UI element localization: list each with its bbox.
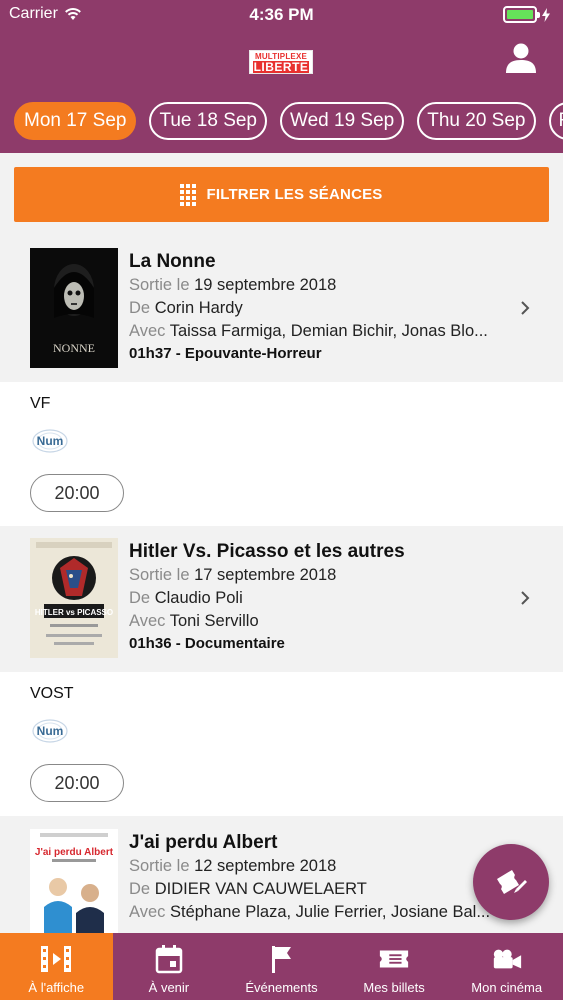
session-block: VOST Num 20:00 bbox=[0, 672, 563, 816]
date-tab-thu-20[interactable]: Thu 20 Sep bbox=[417, 102, 536, 140]
status-time: 4:36 PM bbox=[249, 5, 314, 24]
cast-label: Avec bbox=[129, 903, 166, 921]
bottom-tab-bar: À l'affiche À venir Événements Mes bille… bbox=[0, 933, 563, 1000]
date-tab-tue-18[interactable]: Tue 18 Sep bbox=[149, 102, 268, 140]
date-tab-mon-17[interactable]: Mon 17 Sep bbox=[14, 102, 137, 140]
release-date: 12 septembre 2018 bbox=[194, 857, 337, 875]
ticket-icon bbox=[378, 943, 410, 975]
movie-cast: Avec Taissa Farmiga, Demian Bichir, Jona… bbox=[129, 320, 509, 343]
movie-row-hitler-vs-picasso[interactable]: HITLER vs PICASSO Hitler Vs. Picasso et … bbox=[0, 526, 563, 672]
director-name: Corin Hardy bbox=[154, 299, 243, 317]
tab-label: À venir bbox=[148, 980, 190, 995]
format-label: Num bbox=[37, 434, 64, 448]
movie-meta: 01h36 - Documentaire bbox=[129, 635, 285, 652]
ticket-edit-icon bbox=[497, 870, 527, 894]
director-name: DIDIER VAN CAUWELAERT bbox=[154, 880, 367, 898]
movie-title: Hitler Vs. Picasso et les autres bbox=[129, 541, 405, 562]
format-label: Num bbox=[37, 724, 64, 738]
movie-director: De DIDIER VAN CAUWELAERT bbox=[129, 878, 509, 901]
ticket-edit-fab-button[interactable] bbox=[473, 844, 549, 920]
director-label: De bbox=[129, 589, 151, 607]
tab-label: À l'affiche bbox=[28, 980, 85, 995]
movie-info: Hitler Vs. Picasso et les autres Sortie … bbox=[129, 540, 509, 655]
cinema-logo: MULTIPLEXE LIBERTE bbox=[249, 50, 313, 74]
user-icon[interactable] bbox=[505, 42, 537, 74]
calendar-icon bbox=[153, 943, 185, 975]
digital-format-icon: Num bbox=[32, 719, 68, 743]
movie-poster: NONNE bbox=[30, 248, 118, 368]
date-tabs: Mon 17 Sep Tue 18 Sep Wed 19 Sep Thu 20 … bbox=[14, 102, 563, 140]
status-bar: Carrier 4:36 PM bbox=[0, 0, 563, 30]
movie-director: De Claudio Poli bbox=[129, 587, 509, 610]
release-date: 19 septembre 2018 bbox=[194, 276, 337, 294]
app-header: Carrier 4:36 PM MULTIPLEXE LIBERTE Mon 1… bbox=[0, 0, 563, 153]
tab-my-tickets[interactable]: Mes billets bbox=[338, 933, 451, 1000]
cast-names: Toni Servillo bbox=[169, 612, 259, 630]
filter-sessions-button[interactable]: FILTRER LES SÉANCES bbox=[14, 167, 549, 222]
camera-icon bbox=[491, 943, 523, 975]
movie-poster: HITLER vs PICASSO bbox=[30, 538, 118, 658]
movie-meta: 01h37 - Epouvante-Horreur bbox=[129, 345, 322, 362]
release-label: Sortie le bbox=[129, 566, 190, 584]
tab-my-cinema[interactable]: Mon cinéma bbox=[450, 933, 563, 1000]
cast-names: Stéphane Plaza, Julie Ferrier, Josiane B… bbox=[169, 903, 491, 921]
director-name: Claudio Poli bbox=[154, 589, 243, 607]
movie-row-la-nonne[interactable]: NONNE La Nonne Sortie le 19 septembre 20… bbox=[0, 236, 563, 382]
film-icon bbox=[40, 943, 72, 975]
session-block: VF Num 20:00 bbox=[0, 382, 563, 526]
tab-events[interactable]: Événements bbox=[225, 933, 338, 1000]
director-label: De bbox=[129, 299, 151, 317]
tab-label: Mes billets bbox=[363, 980, 425, 995]
movie-director: De Corin Hardy bbox=[129, 297, 509, 320]
session-language: VOST bbox=[30, 685, 74, 702]
movie-info: La Nonne Sortie le 19 septembre 2018 De … bbox=[129, 250, 509, 365]
cast-names: Taissa Farmiga, Demian Bichir, Jonas Blo… bbox=[169, 322, 488, 340]
digital-format-icon: Num bbox=[32, 429, 68, 453]
filter-label: FILTRER LES SÉANCES bbox=[206, 186, 383, 203]
director-label: De bbox=[129, 880, 151, 898]
date-tab-fri[interactable]: Fri bbox=[548, 102, 563, 140]
poster-title: J'ai perdu Albert bbox=[35, 847, 114, 858]
session-time-button[interactable]: 20:00 bbox=[30, 474, 124, 512]
chevron-right-icon bbox=[521, 591, 530, 605]
grid-icon bbox=[180, 183, 197, 206]
release-label: Sortie le bbox=[129, 276, 190, 294]
session-time-button[interactable]: 20:00 bbox=[30, 764, 124, 802]
flag-icon bbox=[265, 943, 297, 975]
movie-release: Sortie le 12 septembre 2018 bbox=[129, 855, 509, 878]
movie-release: Sortie le 17 septembre 2018 bbox=[129, 564, 509, 587]
tab-coming-soon[interactable]: À venir bbox=[113, 933, 226, 1000]
release-date: 17 septembre 2018 bbox=[194, 566, 337, 584]
date-tab-wed-19[interactable]: Wed 19 Sep bbox=[280, 102, 405, 140]
movie-poster: J'ai perdu Albert bbox=[30, 829, 118, 949]
session-language: VF bbox=[30, 395, 51, 412]
movie-title: La Nonne bbox=[129, 251, 216, 272]
cast-label: Avec bbox=[129, 612, 166, 630]
movie-cast: Avec Toni Servillo bbox=[129, 610, 509, 633]
movie-cast: Avec Stéphane Plaza, Julie Ferrier, Josi… bbox=[129, 901, 509, 924]
logo-bottom-text: LIBERTE bbox=[253, 60, 309, 74]
poster-title: HITLER vs PICASSO bbox=[35, 608, 113, 617]
battery-icon bbox=[503, 6, 551, 23]
movie-title: J'ai perdu Albert bbox=[129, 832, 278, 853]
tab-now-showing[interactable]: À l'affiche bbox=[0, 933, 113, 1000]
movie-info: J'ai perdu Albert Sortie le 12 septembre… bbox=[129, 831, 509, 924]
cast-label: Avec bbox=[129, 322, 166, 340]
tab-label: Événements bbox=[245, 980, 318, 995]
release-label: Sortie le bbox=[129, 857, 190, 875]
tab-label: Mon cinéma bbox=[471, 980, 543, 995]
charging-icon bbox=[542, 7, 550, 22]
chevron-right-icon bbox=[521, 301, 530, 315]
poster-title: NONNE bbox=[53, 341, 95, 355]
movie-release: Sortie le 19 septembre 2018 bbox=[129, 274, 509, 297]
